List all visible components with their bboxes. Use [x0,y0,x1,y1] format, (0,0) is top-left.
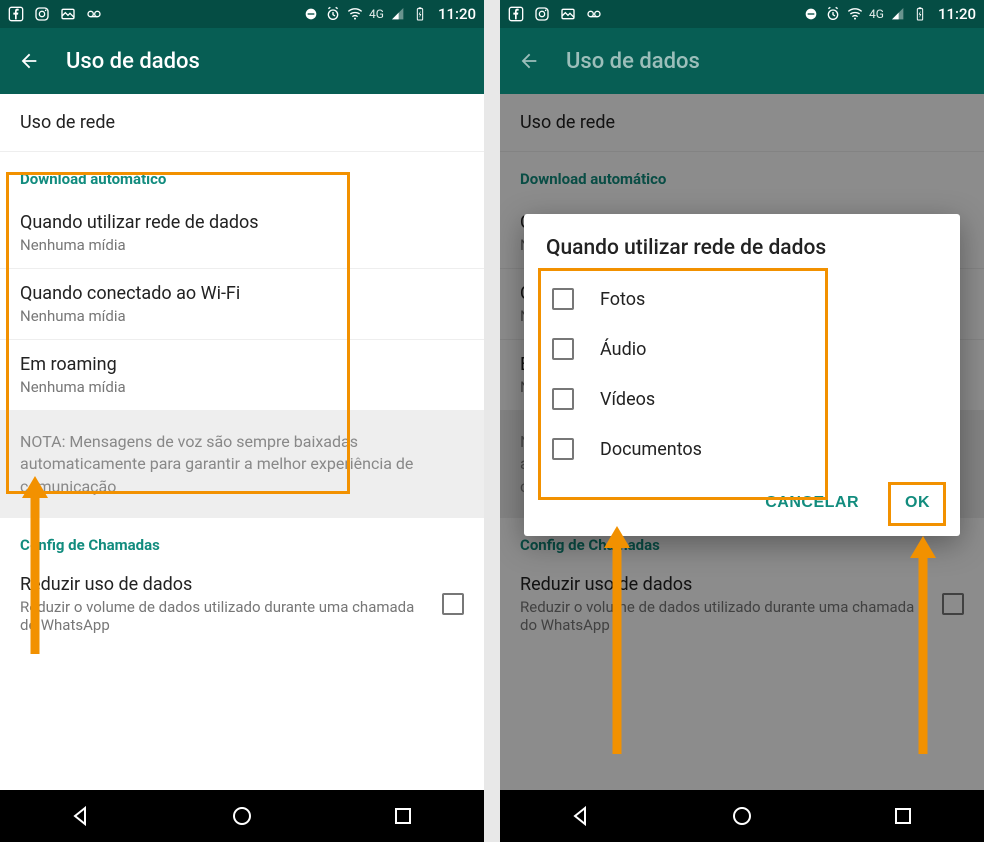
checkbox-photos[interactable] [552,288,574,310]
nav-back-icon[interactable] [69,804,93,828]
signal-icon [390,6,406,22]
checkbox-videos[interactable] [552,388,574,410]
setting-reduce-data[interactable]: Reduzir uso de dados Reduzir o volume de… [0,564,484,638]
voicemail-icon [586,6,602,22]
image-icon [60,6,76,22]
checkbox-audio[interactable] [552,338,574,360]
back-icon [518,50,540,72]
setting-wifi-title: Quando conectado ao Wi-Fi [20,283,464,304]
voice-note: NOTA: Mensagens de voz são sempre baixad… [0,411,484,518]
nav-bar [500,790,984,842]
dnd-icon [803,6,819,22]
setting-mobile-data[interactable]: Quando utilizar rede de dados Nenhuma mí… [0,198,484,269]
instagram-icon [34,6,50,22]
setting-wifi-sub: Nenhuma mídia [20,307,464,325]
setting-mobile-data-title: Quando utilizar rede de dados [20,212,464,233]
signal-icon [890,6,906,22]
battery-icon [912,6,928,22]
status-bar: 4G 11:20 [500,0,984,28]
wifi-icon [347,6,363,22]
network-usage-row[interactable]: Uso de rede [0,94,484,152]
option-documents-label: Documentos [600,439,702,460]
nav-recent-icon[interactable] [891,804,915,828]
setting-wifi[interactable]: Quando conectado ao Wi-Fi Nenhuma mídia [0,269,484,340]
screen-title: Uso de dados [566,49,700,74]
battery-icon [412,6,428,22]
status-bar: 4G 11:20 [0,0,484,28]
nav-home-icon[interactable] [730,804,754,828]
network-label: 4G [369,7,384,21]
alarm-icon [825,6,841,22]
screen-title: Uso de dados [66,49,200,74]
settings-list: Uso de rede Download automático Quando u… [0,94,484,790]
voicemail-icon [86,6,102,22]
option-documents[interactable]: Documentos [546,424,938,474]
clock-text: 11:20 [438,5,476,23]
option-videos[interactable]: Vídeos [546,374,938,424]
option-videos-label: Vídeos [600,389,655,410]
settings-list-dimmed: Uso de rede Download automático Quando u… [500,94,984,790]
alarm-icon [325,6,341,22]
image-icon [560,6,576,22]
dnd-icon [303,6,319,22]
section-auto-download: Download automático [0,152,484,198]
setting-reduce-data-sub: Reduzir o volume de dados utilizado dura… [20,598,428,634]
media-dialog: Quando utilizar rede de dados Fotos Áudi… [524,214,960,536]
facebook-icon [8,6,24,22]
wifi-icon [847,6,863,22]
clock-text: 11:20 [938,5,976,23]
reduce-data-checkbox[interactable] [442,593,464,615]
nav-bar [0,790,484,842]
instagram-icon [534,6,550,22]
app-bar: Uso de dados [0,28,484,94]
checkbox-documents[interactable] [552,438,574,460]
nav-recent-icon[interactable] [391,804,415,828]
setting-roaming-title: Em roaming [20,354,464,375]
dialog-title: Quando utilizar rede de dados [546,236,938,260]
setting-roaming[interactable]: Em roaming Nenhuma mídia [0,340,484,411]
option-photos-label: Fotos [600,289,645,310]
option-audio-label: Áudio [600,339,646,360]
cancel-button[interactable]: CANCELAR [757,484,867,522]
option-photos[interactable]: Fotos [546,274,938,324]
nav-home-icon[interactable] [230,804,254,828]
back-icon[interactable] [18,50,40,72]
setting-mobile-data-sub: Nenhuma mídia [20,236,464,254]
ok-button[interactable]: OK [897,484,938,522]
nav-back-icon[interactable] [569,804,593,828]
setting-reduce-data-title: Reduzir uso de dados [20,574,428,595]
phone-left: 4G 11:20 Uso de dados Uso de rede Downlo… [0,0,484,842]
network-label: 4G [869,7,884,21]
phone-right: 4G 11:20 Uso de dados Uso de rede Downlo… [500,0,984,842]
section-calls: Config de Chamadas [0,518,484,564]
option-audio[interactable]: Áudio [546,324,938,374]
setting-roaming-sub: Nenhuma mídia [20,378,464,396]
network-usage-label: Uso de rede [20,112,464,133]
app-bar: Uso de dados [500,28,984,94]
facebook-icon [508,6,524,22]
